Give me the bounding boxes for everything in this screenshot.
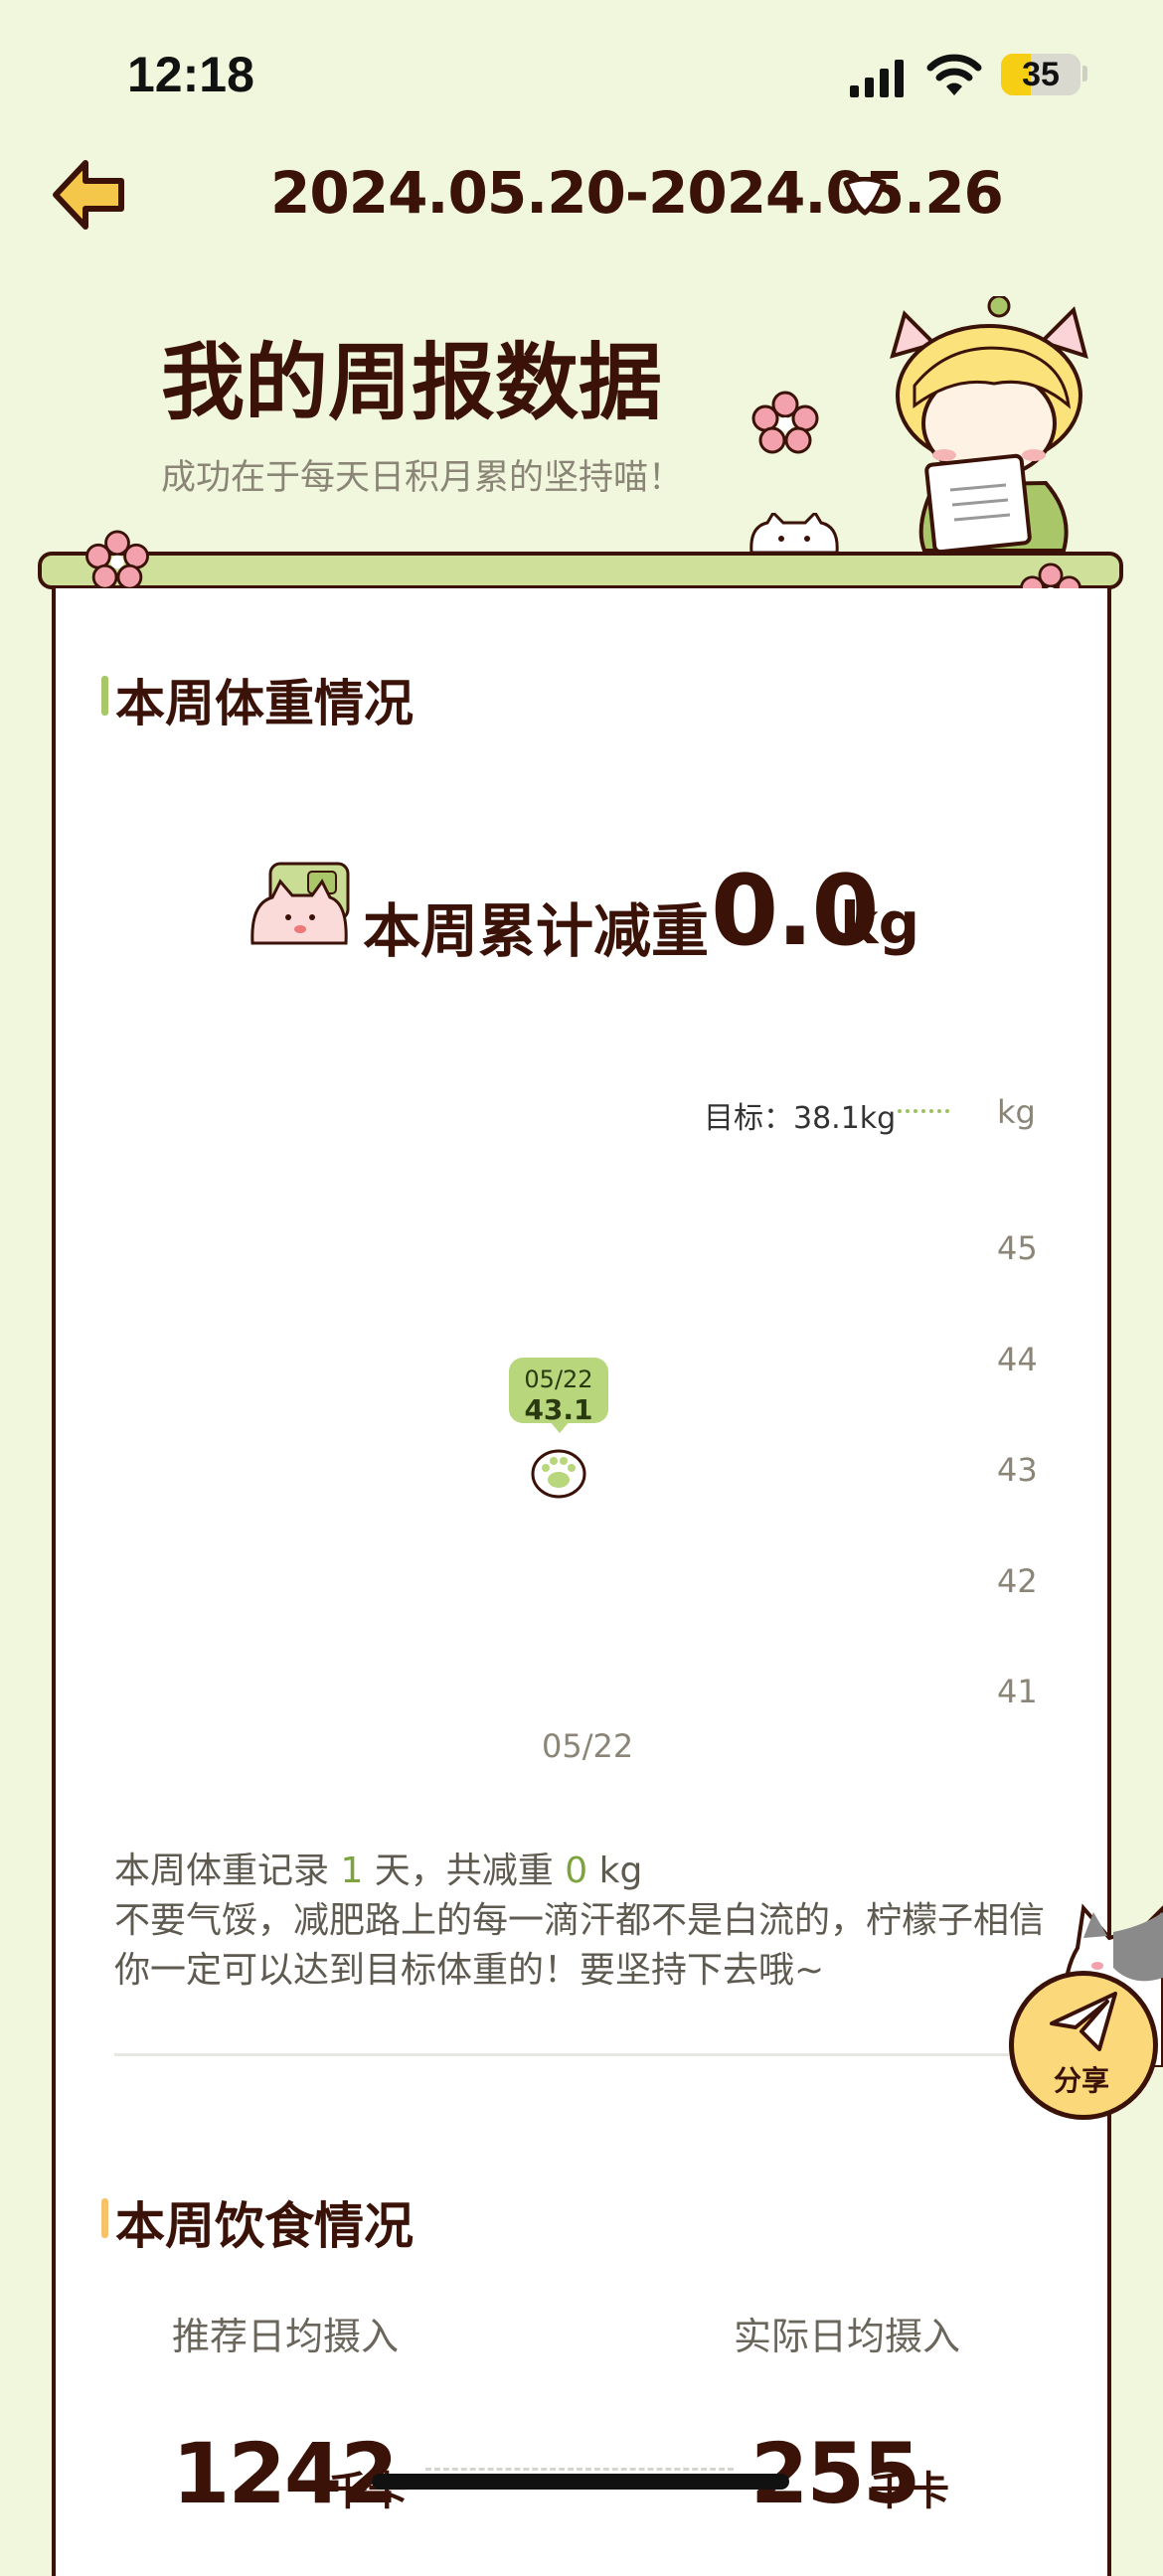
paper-plane-icon [1050, 1992, 1117, 2051]
status-time: 12:18 [127, 47, 254, 102]
weekly-loss-label: 本周累计减重 [363, 897, 710, 965]
weight-summary-line: 本周体重记录 1 天，共减重 0 kg [114, 1847, 1069, 1896]
y-tick-label: 42 [997, 1562, 1038, 1600]
tooltip-pointer [550, 1421, 570, 1433]
flower-decoration-icon [85, 530, 149, 590]
data-tooltip: 05/22 43.1 [509, 1358, 608, 1426]
goal-legend: 目标：38.1kg [704, 1101, 897, 1136]
weight-summary: 本周体重记录 1 天，共减重 0 kg 不要气馁，减肥路上的每一滴汗都不是白流的… [114, 1847, 1069, 1996]
diet-section-title: 本周饮食情况 [115, 2197, 414, 2255]
cat-scale-icon [250, 862, 350, 945]
chevron-down-icon[interactable] [842, 177, 888, 217]
intake-connector [425, 2468, 734, 2471]
board-rod [38, 552, 1123, 589]
weight-section-title: 本周体重情况 [115, 675, 414, 732]
back-arrow-icon[interactable] [50, 157, 129, 233]
weekly-loss-unit: kg [840, 889, 920, 957]
encouragement-text: 不要气馁，减肥路上的每一滴汗都不是白流的，柠檬子相信你一定可以达到目标体重的！要… [114, 1900, 1046, 1991]
girl-character-illustration [890, 296, 1088, 553]
paw-data-point-icon[interactable] [529, 1446, 588, 1500]
flower-decoration-icon [751, 391, 819, 454]
battery-icon: 35 [1001, 54, 1080, 95]
page-title: 我的周报数据 [161, 333, 663, 431]
y-axis-unit: kg [997, 1093, 1036, 1131]
cellular-signal-icon [850, 60, 904, 97]
tooltip-date: 05/22 [524, 1366, 593, 1393]
y-tick-label: 43 [997, 1451, 1038, 1489]
section-marker [101, 676, 108, 716]
actual-intake-unit: 千卡 [870, 2469, 949, 2514]
section-divider [114, 2053, 1009, 2056]
cat-peeking-illustration [749, 513, 839, 553]
actual-intake-label: 实际日均摄入 [734, 2315, 961, 2358]
summary-mid: 天，共减重 [363, 1851, 566, 1891]
section-marker [101, 2198, 108, 2238]
battery-cap [1082, 66, 1087, 81]
y-tick-label: 45 [997, 1229, 1038, 1267]
date-range-selector[interactable]: 2024.05.20-2024.05.26 [270, 159, 1004, 227]
summary-prefix: 本周体重记录 [114, 1851, 341, 1891]
y-tick-label: 44 [997, 1341, 1038, 1378]
x-tick-label: 05/22 [542, 1727, 634, 1765]
battery-level: 35 [1022, 56, 1060, 93]
home-indicator[interactable] [372, 2474, 789, 2490]
recommended-intake-label: 推荐日均摄入 [172, 2315, 400, 2358]
share-label[interactable]: 分享 [1054, 2059, 1109, 2099]
page-subtitle: 成功在于每天日积月累的坚持喵！ [161, 458, 684, 498]
loss-amount: 0 [565, 1851, 588, 1891]
record-days: 1 [340, 1851, 364, 1891]
goal-legend-line [898, 1109, 949, 1117]
wifi-icon [926, 54, 982, 95]
summary-suffix: kg [587, 1851, 643, 1891]
y-tick-label: 41 [997, 1673, 1038, 1710]
